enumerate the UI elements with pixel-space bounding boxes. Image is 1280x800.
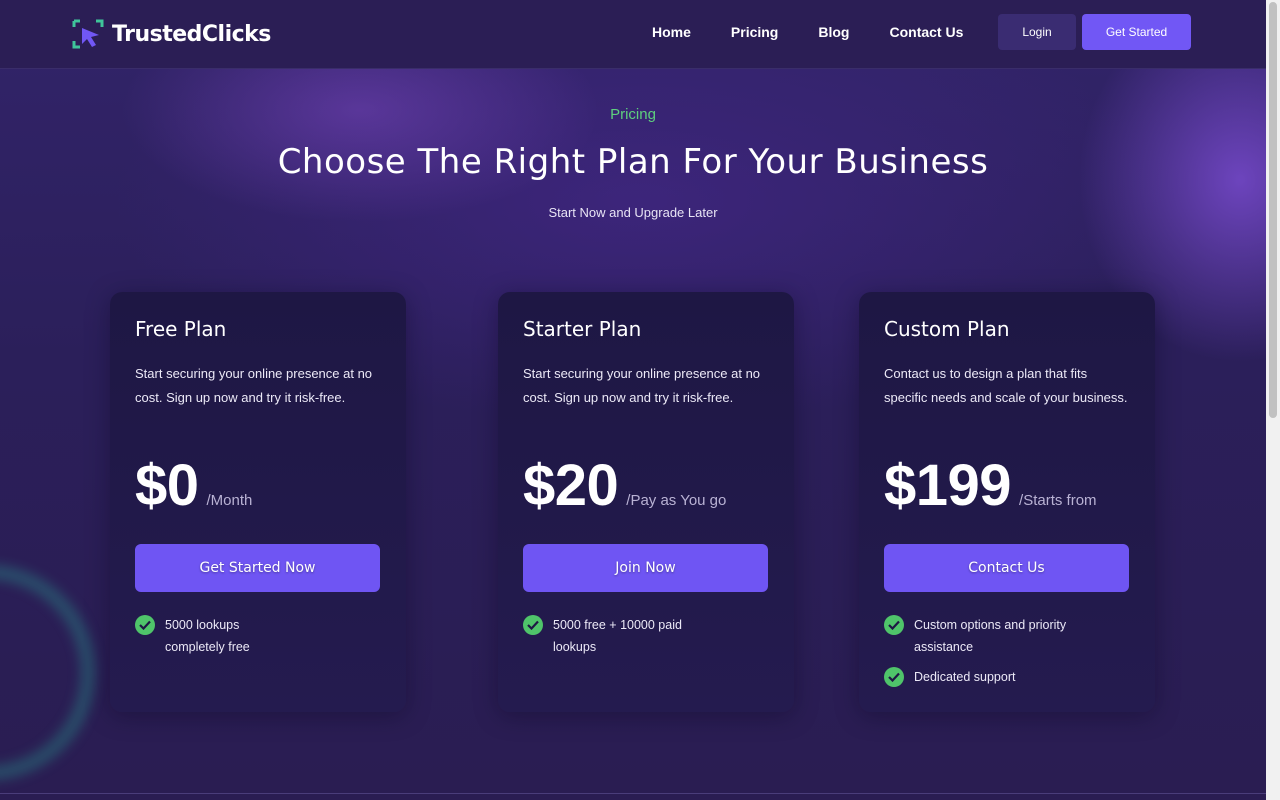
feature-item: 5000 free + 10000 paid lookups [523, 614, 773, 658]
plan-price: $199 [884, 453, 1012, 518]
logo[interactable]: TrustedClicks [72, 19, 271, 49]
feature-text: 5000 lookups completely free [165, 618, 250, 654]
feature-text: 5000 free + 10000 paid lookups [553, 618, 682, 654]
site-header: TrustedClicks Home Pricing Blog Contact … [0, 0, 1266, 69]
price-row: $20 /Pay as You go [523, 452, 726, 519]
check-circle-icon [135, 615, 155, 635]
divider [0, 793, 1266, 794]
feature-item: Dedicated support [884, 666, 1134, 688]
plan-price: $0 [135, 453, 199, 518]
price-row: $199 /Starts from [884, 452, 1097, 519]
plan-card-custom: Custom Plan Contact us to design a plan … [859, 292, 1155, 712]
nav-home[interactable]: Home [652, 24, 691, 40]
plan-description: Start securing your online presence at n… [135, 366, 373, 405]
feature-text: Custom options and priority assistance [914, 618, 1067, 654]
plan-description: Contact us to design a plan that fits sp… [884, 366, 1128, 405]
nav-contact-us[interactable]: Contact Us [889, 24, 963, 40]
join-now-button[interactable]: Join Now [523, 544, 768, 592]
get-started-button[interactable]: Get Started [1082, 14, 1191, 50]
plan-description: Start securing your online presence at n… [523, 366, 761, 405]
cursor-click-icon [72, 19, 104, 49]
feature-list: 5000 free + 10000 paid lookups [523, 614, 773, 666]
check-circle-icon [523, 615, 543, 635]
page-scrollbar[interactable] [1266, 0, 1280, 800]
nav-blog[interactable]: Blog [818, 24, 849, 40]
plan-title: Free Plan [135, 317, 227, 341]
decorative-ring [0, 565, 95, 780]
price-row: $0 /Month [135, 452, 252, 519]
feature-list: 5000 lookups completely free [135, 614, 385, 666]
page-title: Choose The Right Plan For Your Business [277, 142, 989, 182]
main-nav: Home Pricing Blog Contact Us [652, 24, 1003, 40]
scrollbar-thumb[interactable] [1269, 2, 1277, 418]
get-started-now-button[interactable]: Get Started Now [135, 544, 380, 592]
logo-text: TrustedClicks [112, 21, 271, 47]
page-subtitle: Start Now and Upgrade Later [548, 205, 718, 220]
feature-text: Dedicated support [914, 670, 1016, 684]
feature-list: Custom options and priority assistance D… [884, 614, 1134, 696]
feature-item: Custom options and priority assistance [884, 614, 1134, 658]
plan-card-starter: Starter Plan Start securing your online … [498, 292, 794, 712]
plan-title: Custom Plan [884, 317, 1010, 341]
nav-pricing[interactable]: Pricing [731, 24, 778, 40]
feature-item: 5000 lookups completely free [135, 614, 385, 658]
plan-period: /Pay as You go [626, 492, 727, 509]
plan-price: $20 [523, 453, 619, 518]
page: TrustedClicks Home Pricing Blog Contact … [0, 0, 1266, 800]
plan-title: Starter Plan [523, 317, 642, 341]
check-circle-icon [884, 667, 904, 687]
login-button[interactable]: Login [998, 14, 1076, 50]
contact-us-button[interactable]: Contact Us [884, 544, 1129, 592]
plan-card-free: Free Plan Start securing your online pre… [110, 292, 406, 712]
check-circle-icon [884, 615, 904, 635]
plan-period: /Starts from [1019, 492, 1097, 509]
plan-period: /Month [206, 492, 253, 509]
section-eyebrow: Pricing [610, 106, 656, 123]
